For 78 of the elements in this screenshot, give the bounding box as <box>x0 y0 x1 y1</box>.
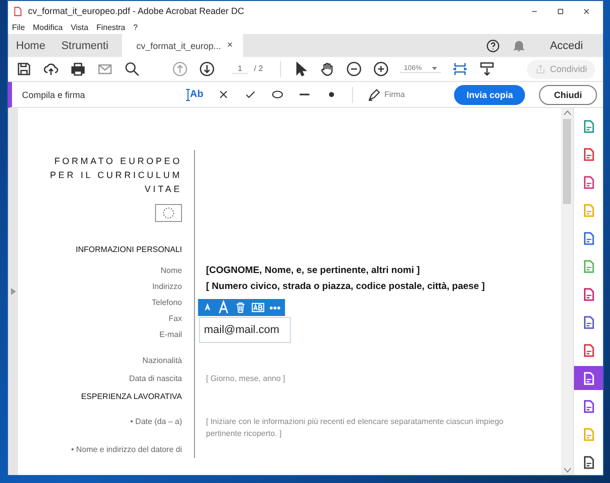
field-value: [COGNOME, Nome, e, se pertinente, altri nomi ] <box>206 265 420 276</box>
section-heading: ESPERIENZA LAVORATIVA <box>81 392 182 401</box>
field-label: Data di nascita <box>129 374 182 383</box>
print-icon[interactable] <box>70 61 86 77</box>
document-title: FORMATO EUROPEO <box>53 155 182 168</box>
hand-icon[interactable] <box>318 61 335 77</box>
zoom-in-icon[interactable] <box>372 61 389 77</box>
eu-flag-icon <box>155 204 182 222</box>
pdf-file-icon <box>12 6 23 16</box>
document-tool-icon <box>581 370 596 386</box>
bell-icon[interactable] <box>512 38 526 52</box>
sign-in-button[interactable]: Accedi <box>544 38 589 52</box>
ellipse-icon[interactable] <box>271 88 284 101</box>
field-value: [ Iniziare con le informazioni più recenti ed elencare separatamente ciascun impiego pertinente ricoperto. ] <box>206 417 504 438</box>
close-tool-button[interactable]: Chiudi <box>539 84 597 104</box>
menu-item[interactable]: Finestra <box>96 23 126 32</box>
scroll-up-icon[interactable] <box>564 110 570 115</box>
scroll-down-icon[interactable] <box>564 468 570 473</box>
field-label: Nome <box>160 266 182 275</box>
tab[interactable]: cv_format_it_europ... × <box>122 34 243 57</box>
field-label: Fax <box>168 314 182 323</box>
close-icon <box>582 6 590 16</box>
document-tool-icon <box>581 230 596 246</box>
field-label: Nazionalità <box>142 356 182 365</box>
field-label: Telefono <box>152 298 182 307</box>
document-tool-icon <box>581 202 596 218</box>
menu-item[interactable]: Vista <box>70 23 88 32</box>
field-label: • Date (da – a) <box>130 417 182 426</box>
text-field-button[interactable] <box>251 301 265 314</box>
pen-icon <box>367 88 382 102</box>
document-tool-icon <box>581 146 596 162</box>
down-arrow-circle-icon[interactable] <box>199 61 215 77</box>
section-heading: INFORMAZIONI PERSONALI <box>76 245 182 254</box>
trash-icon <box>234 301 247 314</box>
help-icon[interactable] <box>486 38 500 52</box>
document-tool-icon <box>581 314 596 330</box>
document-tool-icon <box>581 258 596 274</box>
text-cursor-icon <box>186 88 190 100</box>
fit-page-icon[interactable] <box>452 61 468 77</box>
share-icon <box>534 64 546 74</box>
large-letter-icon <box>217 300 230 315</box>
field-label: E-mail <box>159 330 182 339</box>
document-title: VITAE <box>144 183 182 196</box>
field-label: Indirizzo <box>152 282 182 291</box>
zoom-out-icon[interactable] <box>346 61 362 77</box>
page-number-field[interactable]: 1 <box>232 64 248 74</box>
document-tool-icon <box>581 454 596 470</box>
add-text-tool[interactable]: Ab <box>186 88 204 100</box>
document-title: PER IL CURRICULUM <box>49 169 182 182</box>
field-value: [ Numero civico, strada o piazza, codice postale, città, paese ] <box>206 281 485 292</box>
document-tool-icon <box>581 342 596 358</box>
increase-font-button[interactable] <box>217 300 230 315</box>
menu-item[interactable]: File <box>12 23 25 32</box>
cloud-upload-icon[interactable] <box>43 61 59 77</box>
document-tool-icon <box>581 398 596 414</box>
document-tool-icon <box>581 426 596 442</box>
field-label: • Nome e indirizzo del datore di <box>71 445 182 454</box>
tool-button[interactable] <box>574 366 603 390</box>
text-input-field[interactable]: mail@mail.com <box>199 317 291 343</box>
caret-icon <box>432 67 437 70</box>
document-tool-icon <box>581 174 596 190</box>
page-count: / 2 <box>254 64 263 74</box>
fill-and-sign-title: Compila e firma <box>22 90 86 100</box>
send-copy-button[interactable]: Invia copia <box>454 84 525 104</box>
delete-button[interactable] <box>234 301 247 314</box>
text-box-icon <box>251 301 265 314</box>
window-title: cv_format_it_europeo.pdf - Adobe Acrobat Reader DC <box>28 6 246 16</box>
menu-item[interactable]: ? <box>133 23 138 32</box>
maximize-icon <box>556 6 564 16</box>
menu-item[interactable]: Modifica <box>32 23 63 32</box>
sign-button[interactable]: Firma <box>367 88 405 102</box>
save-icon[interactable] <box>16 61 32 77</box>
tab-close-button[interactable]: × <box>226 40 233 51</box>
search-icon[interactable] <box>124 61 140 77</box>
document-tool-icon <box>581 286 596 302</box>
scrollbar-thumb[interactable] <box>563 119 571 204</box>
scroll-mode-icon[interactable] <box>478 61 495 77</box>
document-tool-icon <box>581 118 596 134</box>
